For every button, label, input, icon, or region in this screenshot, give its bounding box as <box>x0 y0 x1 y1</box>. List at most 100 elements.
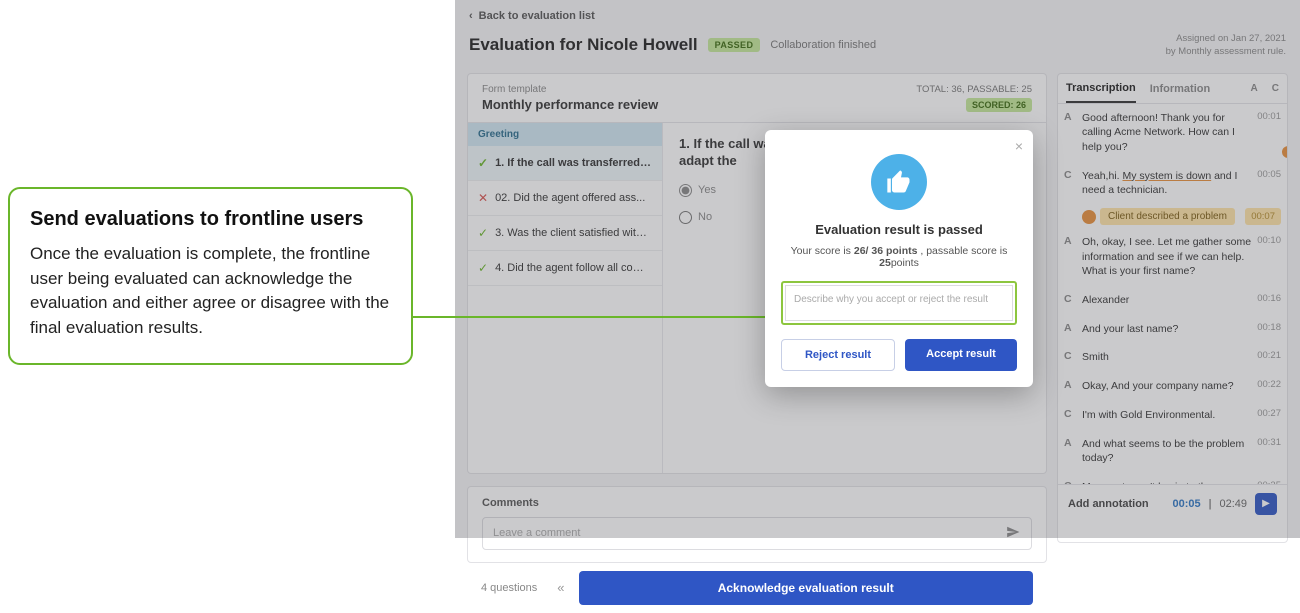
question-item-text: 02. Did the agent offered ass... <box>495 192 645 204</box>
transcript-message: And what seems to be the problem today? <box>1082 437 1251 466</box>
transcript-message: And your last name? <box>1082 322 1251 337</box>
speaker-label: A <box>1064 322 1076 334</box>
transcript-annotation[interactable]: Client described a problem00:07 <box>1058 205 1287 228</box>
transcript-time: 00:01 <box>1257 111 1281 122</box>
callout-body: Once the evaluation is complete, the fro… <box>30 242 391 341</box>
transcript-time: 00:31 <box>1257 437 1281 448</box>
question-item[interactable]: ✓ 3. Was the client satisfied with ... <box>468 216 662 251</box>
speaker-label: C <box>1064 293 1076 305</box>
speaker-label: A <box>1064 437 1076 449</box>
header-meta: Assigned on Jan 27, 2021 by Monthly asse… <box>1166 32 1286 59</box>
acknowledge-button[interactable]: Acknowledge evaluation result <box>579 571 1034 605</box>
status-badge-passed: PASSED <box>708 38 761 52</box>
transcript-time: 00:18 <box>1257 322 1281 333</box>
speaker-label: C <box>1064 350 1076 362</box>
collapse-icon[interactable]: « <box>557 580 564 595</box>
comments-label: Comments <box>482 497 1032 509</box>
x-icon: ✕ <box>478 191 488 205</box>
form-template-label: Form template <box>482 84 658 95</box>
speaker-label: A <box>1064 235 1076 247</box>
check-icon: ✓ <box>478 226 488 240</box>
speaker-c[interactable]: C <box>1272 83 1279 101</box>
radio-yes-label: Yes <box>698 184 716 196</box>
question-item-text: 1. If the call was transferred di... <box>495 157 652 169</box>
transcript-row[interactable]: C Alexander 00:16 <box>1058 286 1287 315</box>
transcript-row[interactable]: A And your last name? 00:18 <box>1058 315 1287 344</box>
speaker-label: A <box>1064 111 1076 123</box>
check-icon: ✓ <box>478 156 488 170</box>
section-header: Greeting <box>468 123 662 146</box>
add-annotation-button[interactable]: Add annotation <box>1068 498 1149 510</box>
transcript-time: 00:22 <box>1257 379 1281 390</box>
send-icon[interactable] <box>1005 525 1021 542</box>
scored-badge: SCORED: 26 <box>966 98 1032 112</box>
modal-reason-highlight: Describe why you accept or reject the re… <box>781 281 1017 325</box>
question-item[interactable]: ✕ 02. Did the agent offered ass... <box>468 181 662 216</box>
play-button[interactable]: ▶ <box>1255 493 1277 515</box>
transcript-row[interactable]: C Yeah,hi. My system is down and I need a… <box>1058 162 1287 205</box>
question-item-text: 4. Did the agent follow all comp... <box>495 262 652 274</box>
tab-transcription[interactable]: Transcription <box>1066 82 1136 103</box>
modal-score-text: Your score is 26/ 36 points , passable s… <box>781 245 1017 269</box>
transcript-message: Good afternoon! Thank you for calling Ac… <box>1082 111 1251 155</box>
transcript-row[interactable]: C I'm with Gold Environmental. 00:27 <box>1058 401 1287 430</box>
transcript-time: 00:16 <box>1257 293 1281 304</box>
comment-placeholder: Leave a comment <box>493 527 580 539</box>
back-link[interactable]: ‹ Back to evaluation list <box>455 0 1300 28</box>
callout-card: Send evaluations to frontline users Once… <box>8 187 413 365</box>
callout-title: Send evaluations to frontline users <box>30 207 391 232</box>
thumbs-up-icon <box>871 154 927 210</box>
transcript-time: 00:05 <box>1257 169 1281 180</box>
accept-button[interactable]: Accept result <box>905 339 1017 371</box>
transcript-message: My agents can't log in to the system. It… <box>1082 480 1251 484</box>
speaker-label: C <box>1064 408 1076 420</box>
question-list: Greeting ✓ 1. If the call was transferred… <box>468 123 663 473</box>
check-icon: ✓ <box>478 261 488 275</box>
transcript-row[interactable]: C My agents can't log in to the system. I… <box>1058 473 1287 484</box>
chevron-left-icon: ‹ <box>469 10 473 22</box>
current-timestamp: 00:05 <box>1172 498 1200 510</box>
assigned-date: Assigned on Jan 27, 2021 <box>1166 32 1286 45</box>
duration: 02:49 <box>1219 498 1247 510</box>
transcript-time: 00:35 <box>1257 480 1281 484</box>
transcript-time: 00:21 <box>1257 350 1281 361</box>
page-title: Evaluation for Nicole Howell <box>469 35 698 55</box>
question-item-text: 3. Was the client satisfied with ... <box>495 227 652 239</box>
speaker-label: C <box>1064 169 1076 181</box>
reason-input[interactable]: Describe why you accept or reject the re… <box>785 285 1013 321</box>
radio-no-input[interactable] <box>679 211 692 224</box>
close-icon[interactable]: × <box>1015 138 1023 154</box>
collab-status: Collaboration finished <box>770 39 876 51</box>
transcript-time: 00:27 <box>1257 408 1281 419</box>
comments-card: Comments Leave a comment <box>467 486 1047 563</box>
modal-title: Evaluation result is passed <box>781 222 1017 237</box>
comment-input[interactable]: Leave a comment <box>482 517 1032 550</box>
annotation-marker-icon[interactable] <box>1280 144 1287 160</box>
annotation-text: Client described a problem <box>1100 208 1235 225</box>
connector-line <box>413 316 773 318</box>
transcript-body: A Good afternoon! Thank you for calling A… <box>1058 104 1287 484</box>
radio-yes-input[interactable] <box>679 184 692 197</box>
transcript-row[interactable]: AOh, okay, I see. Let me gather some inf… <box>1058 228 1287 286</box>
transcript-row[interactable]: AOkay, And your company name?00:22 <box>1058 372 1287 401</box>
question-count: 4 questions <box>481 582 537 594</box>
radio-no-label: No <box>698 211 712 223</box>
result-modal: × Evaluation result is passed Your score… <box>765 130 1033 387</box>
question-item[interactable]: ✓ 4. Did the agent follow all comp... <box>468 251 662 286</box>
tabs: Transcription Information A C <box>1058 74 1287 104</box>
transcript-message: I'm with Gold Environmental. <box>1082 408 1251 423</box>
speaker-label: C <box>1064 480 1076 484</box>
question-item[interactable]: ✓ 1. If the call was transferred di... <box>468 146 662 181</box>
transcript-row[interactable]: A And what seems to be the problem today?… <box>1058 430 1287 473</box>
assigned-rule: by Monthly assessment rule. <box>1166 45 1286 58</box>
transcript-row[interactable]: A Good afternoon! Thank you for calling A… <box>1058 104 1287 162</box>
form-totals: TOTAL: 36, PASSABLE: 25 <box>916 84 1032 95</box>
transcript-message: Yeah,hi. My system is down and I need a … <box>1082 169 1251 198</box>
reject-button[interactable]: Reject result <box>781 339 895 371</box>
tab-information[interactable]: Information <box>1150 83 1211 102</box>
transcript-message: Alexander <box>1082 293 1251 308</box>
speaker-a[interactable]: A <box>1251 83 1258 101</box>
transcript-row[interactable]: C Smith 00:21 <box>1058 343 1287 372</box>
transcript-message: Smith <box>1082 350 1251 365</box>
transcript-time: 00:10 <box>1257 235 1281 246</box>
